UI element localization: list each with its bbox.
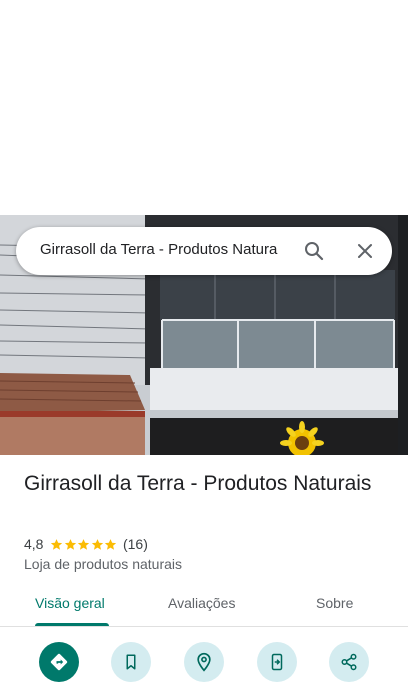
tab-reviews[interactable]: Avaliações: [168, 595, 235, 611]
nearby-button[interactable]: [184, 642, 224, 682]
place-category: Loja de produtos naturais: [24, 556, 182, 572]
directions-icon: [50, 653, 68, 671]
search-query-text[interactable]: Girrasoll da Terra - Produtos Natura: [40, 227, 294, 275]
tabs-divider: [0, 626, 408, 627]
tab-about[interactable]: Sobre: [316, 595, 353, 611]
rating-row[interactable]: 4,8 (16): [24, 535, 148, 553]
star-icon: [105, 538, 117, 550]
nearby-icon: [197, 652, 211, 672]
star-icon: [51, 538, 63, 550]
review-count[interactable]: (16): [123, 536, 148, 552]
map-area-blank: [0, 0, 408, 215]
search-bar[interactable]: Girrasoll da Terra - Produtos Natura: [16, 227, 392, 275]
send-to-phone-icon: [271, 653, 283, 671]
star-icon: [64, 538, 77, 550]
rating-value: 4,8: [24, 536, 44, 552]
star-icon: [91, 538, 104, 550]
send-to-phone-button[interactable]: [257, 642, 297, 682]
share-icon: [341, 653, 357, 671]
directions-button[interactable]: [39, 642, 79, 682]
place-title: Girrasoll da Terra - Produtos Naturais: [24, 472, 372, 495]
share-button[interactable]: [329, 642, 369, 682]
close-icon[interactable]: [353, 239, 377, 263]
save-button[interactable]: [111, 642, 151, 682]
rating-stars: [50, 538, 118, 551]
tab-overview[interactable]: Visão geral: [35, 595, 105, 611]
bookmark-icon: [126, 654, 136, 670]
star-icon: [78, 538, 90, 550]
search-icon[interactable]: [302, 239, 326, 263]
